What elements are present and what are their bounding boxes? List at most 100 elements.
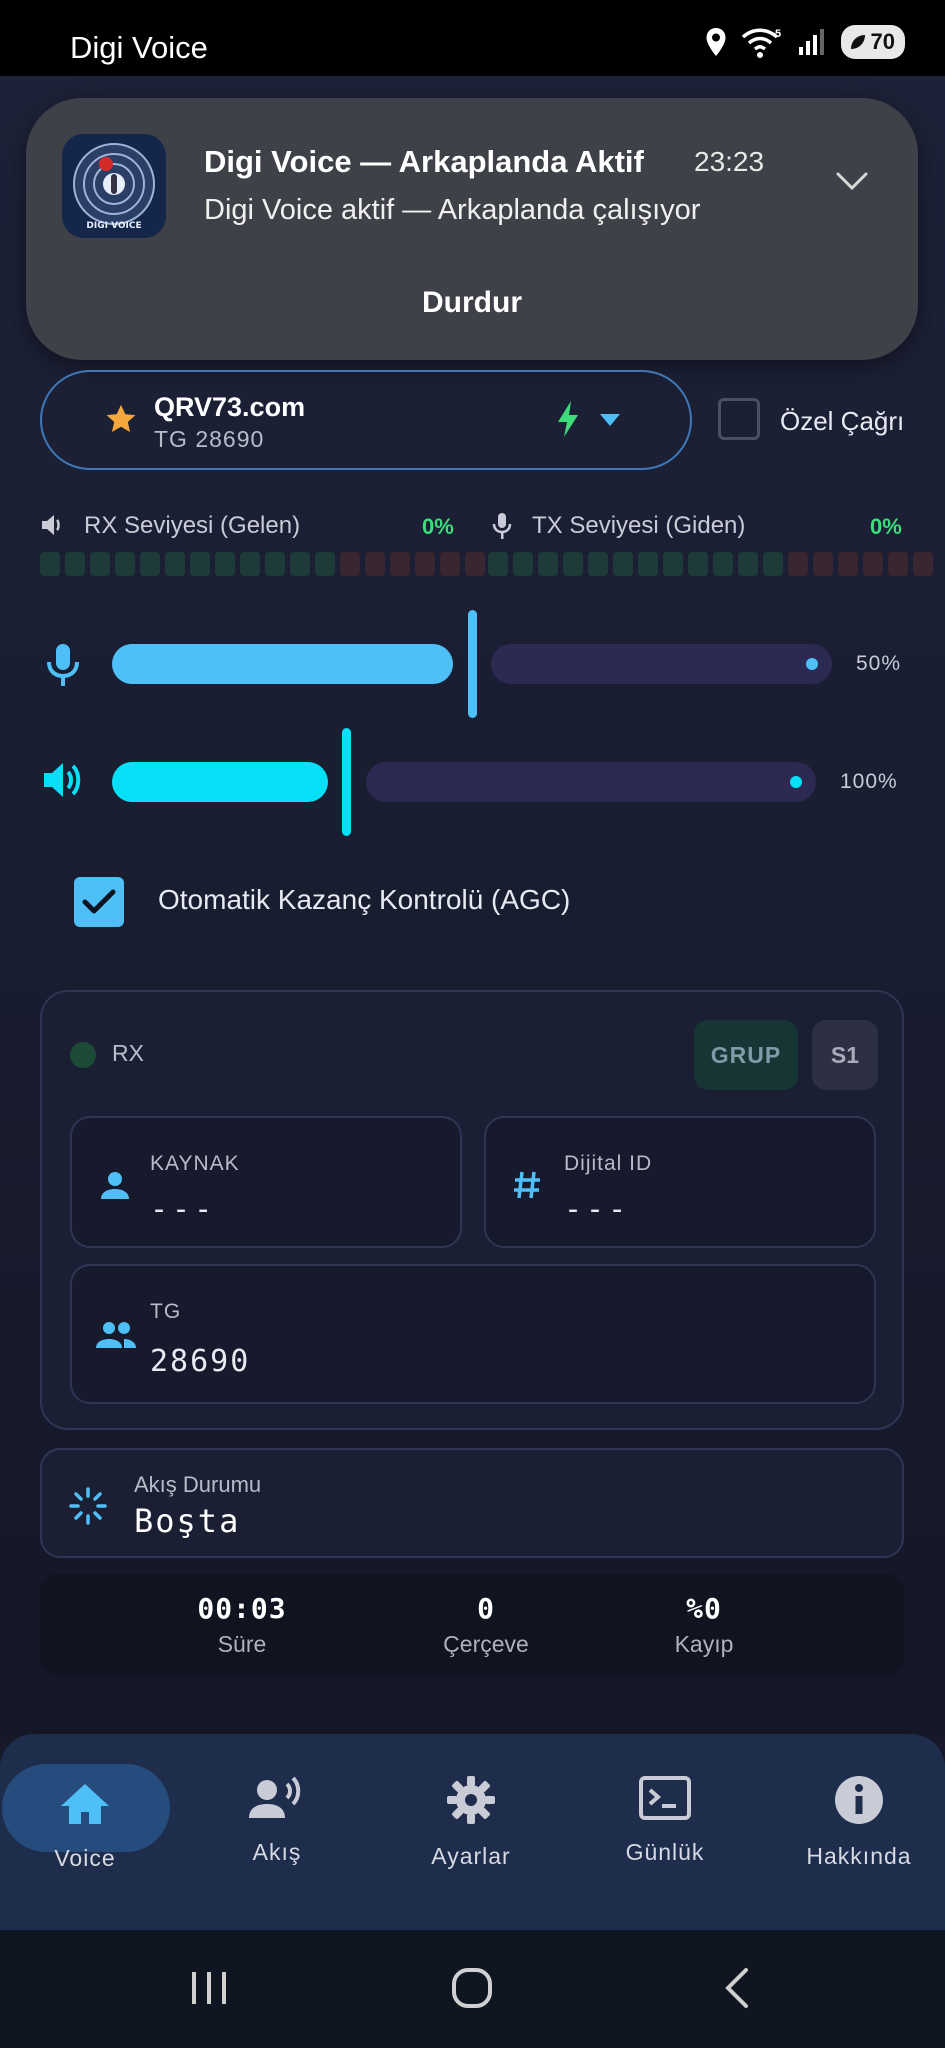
talkgroup-name: QRV73.com — [154, 392, 306, 422]
star-icon — [106, 404, 136, 433]
talkgroup-selector[interactable]: QRV73.com TG 28690 — [40, 370, 692, 470]
home-button-icon[interactable] — [450, 1966, 494, 2010]
tg-field: TG 28690 — [70, 1264, 876, 1404]
notification-text: Digi Voice aktif — Arkaplanda çalışıyor — [204, 194, 701, 226]
stat-frames-value: 0 — [477, 1592, 495, 1625]
source-field: KAYNAK --- — [70, 1116, 462, 1248]
notification-title: Digi Voice — Arkaplanda Aktif — [204, 144, 644, 179]
stats-bar: 00:03 Süre 0 Çerçeve %0 Kayıp — [40, 1574, 904, 1676]
speaker-volume-value: 100% — [840, 770, 898, 793]
home-icon — [61, 1784, 109, 1824]
hash-icon — [514, 1171, 540, 1199]
gear-icon — [447, 1776, 495, 1824]
flow-status-label: Akış Durumu — [134, 1472, 262, 1497]
mic-slider-end — [806, 658, 818, 670]
wifi-badge: 5 — [775, 28, 781, 40]
group-button[interactable]: GRUP — [694, 1020, 798, 1090]
rx-panel: RX GRUP S1 KAYNAK --- Dijital ID --- TG … — [40, 990, 904, 1430]
nav-item-stream[interactable]: Akış — [182, 1774, 372, 1866]
voice-stream-icon — [249, 1776, 301, 1818]
nav-label-about: Hakkında — [806, 1843, 912, 1869]
battery-level: 70 — [870, 29, 895, 54]
stat-frames: 0 Çerçeve — [376, 1592, 596, 1658]
terminal-icon — [639, 1776, 691, 1820]
speaker-slider-fill — [112, 762, 328, 802]
info-icon — [835, 1776, 883, 1824]
logo-text: DIGI VOICE — [86, 221, 141, 231]
talkgroup-id: TG 28690 — [154, 426, 265, 452]
agc-checkbox[interactable] — [74, 877, 124, 927]
nav-item-settings[interactable]: Ayarlar — [376, 1774, 566, 1870]
source-label: KAYNAK — [150, 1152, 240, 1175]
rx-meter-bar — [40, 552, 485, 576]
private-call-checkbox[interactable] — [718, 398, 760, 440]
rx-status-dot — [70, 1042, 96, 1068]
rx-status-label: RX — [112, 1040, 144, 1066]
source-value: --- — [150, 1192, 217, 1227]
tg-label: TG — [150, 1300, 182, 1323]
chevron-down-icon[interactable] — [834, 166, 870, 196]
tx-meter-label: TX Seviyesi (Giden) — [532, 512, 746, 539]
group-icon — [96, 1322, 136, 1348]
app-logo: DIGI VOICE — [62, 134, 166, 238]
nav-item-voice[interactable]: Voice — [0, 1780, 180, 1872]
nav-label-settings: Ayarlar — [431, 1843, 511, 1869]
recent-apps-icon[interactable] — [188, 1968, 230, 2008]
private-call-label: Özel Çağrı — [780, 406, 905, 436]
speaker-slider-thumb[interactable] — [342, 728, 351, 836]
nav-item-log[interactable]: Günlük — [570, 1774, 760, 1866]
nav-label-log: Günlük — [625, 1839, 705, 1865]
status-bar-icons: 5 70 — [705, 24, 905, 60]
agc-label: Otomatik Kazanç Kontrolü (AGC) — [158, 884, 571, 915]
stat-loss-label: Kayıp — [674, 1631, 734, 1657]
mic-icon — [47, 644, 79, 686]
mic-slider-thumb[interactable] — [468, 610, 477, 718]
stop-button[interactable]: Durdur — [26, 286, 918, 320]
tx-meter-bar — [488, 552, 933, 576]
caret-down-icon[interactable] — [598, 412, 622, 428]
rx-meter-label: RX Seviyesi (Gelen) — [84, 512, 301, 539]
speaker-volume-slider[interactable] — [112, 728, 816, 836]
digital-id-field: Dijital ID --- — [484, 1116, 876, 1248]
volume-icon — [44, 763, 81, 797]
stat-duration-label: Süre — [217, 1631, 267, 1657]
mic-gain-value: 50% — [856, 652, 902, 675]
notification-time: 23:23 — [694, 146, 765, 177]
digital-id-value: --- — [564, 1192, 631, 1227]
flow-status-card: Akış Durumu Boşta — [40, 1448, 904, 1558]
stat-duration: 00:03 Süre — [132, 1592, 352, 1658]
nav-label-voice: Voice — [54, 1845, 116, 1871]
tx-meter-value: 0% — [870, 514, 902, 539]
stat-loss-value: %0 — [686, 1592, 722, 1625]
slot-button[interactable]: S1 — [812, 1020, 878, 1090]
speaker-icon — [42, 515, 60, 535]
notification-card[interactable]: DIGI VOICE Digi Voice — Arkaplanda Aktif… — [26, 98, 918, 360]
tg-value: 28690 — [150, 1344, 251, 1379]
stat-loss: %0 Kayıp — [594, 1592, 814, 1658]
microphone-icon — [492, 513, 512, 539]
battery-saver-icon — [850, 35, 865, 49]
speaker-slider-end — [790, 776, 802, 788]
wifi-icon: 5 — [741, 28, 781, 58]
status-bar-title: Digi Voice — [70, 30, 208, 65]
nav-label-stream: Akış — [252, 1839, 302, 1865]
mic-gain-slider[interactable] — [112, 610, 832, 718]
loading-icon — [69, 1487, 107, 1525]
bottom-navigation: Voice Akış Ayarlar Günlük Hakkında — [0, 1734, 945, 1930]
system-navigation-bar — [0, 1930, 945, 2048]
battery-indicator: 70 — [840, 25, 905, 59]
mic-slider-fill — [112, 644, 453, 684]
mic-slider-track — [491, 644, 832, 684]
person-icon — [101, 1172, 129, 1199]
stat-frames-label: Çerçeve — [443, 1631, 529, 1657]
status-bar: Digi Voice 5 70 — [0, 0, 945, 76]
nav-item-about[interactable]: Hakkında — [764, 1774, 945, 1870]
back-icon[interactable] — [720, 1966, 754, 2010]
check-icon — [82, 889, 116, 914]
digital-id-label: Dijital ID — [564, 1152, 653, 1175]
rx-meter-value: 0% — [422, 514, 454, 539]
bolt-icon — [558, 401, 578, 437]
stat-duration-value: 00:03 — [197, 1592, 287, 1625]
location-icon — [706, 28, 726, 56]
speaker-slider-track — [366, 762, 816, 802]
